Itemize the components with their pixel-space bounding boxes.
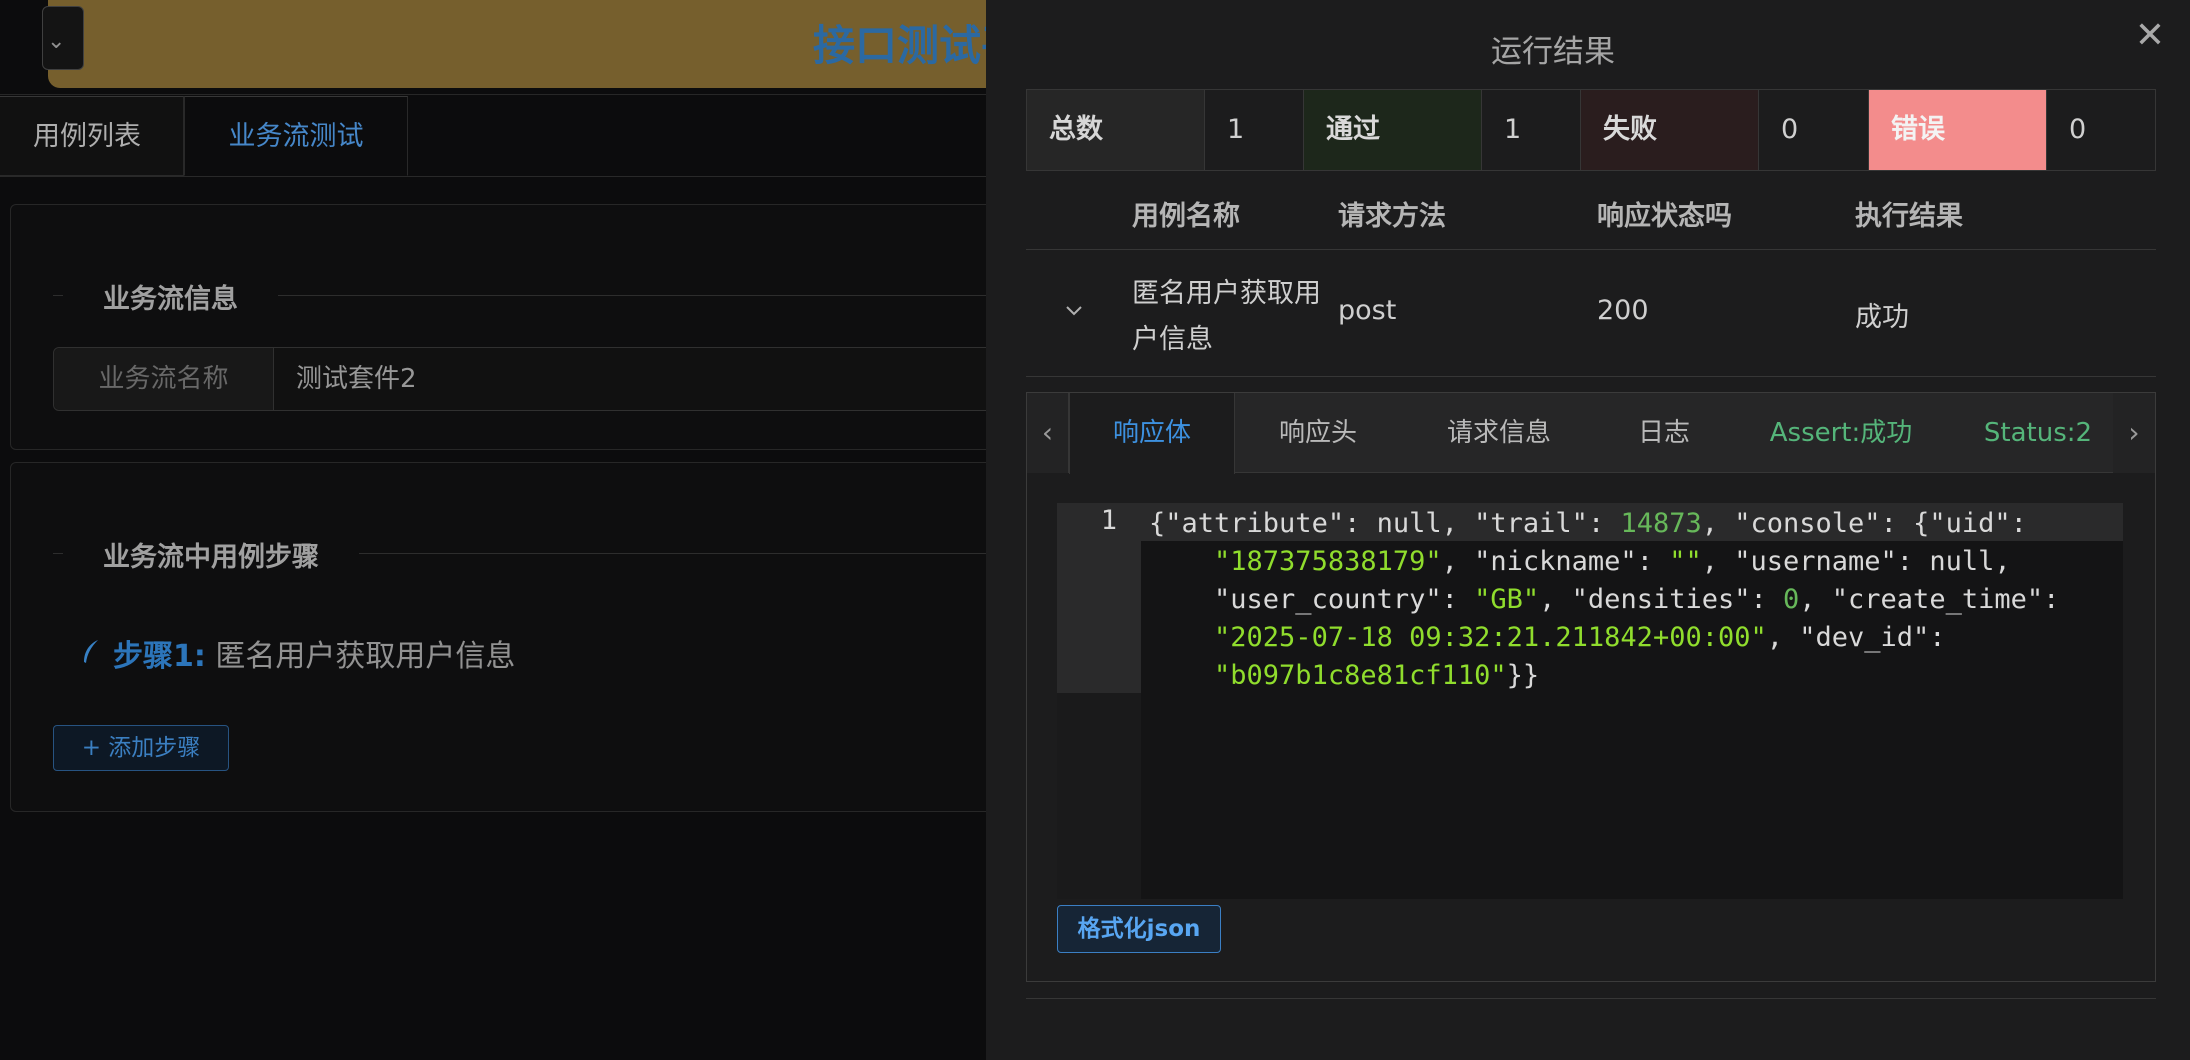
tab-logs[interactable]: 日志 bbox=[1597, 393, 1731, 473]
total-label: 总数 bbox=[1027, 90, 1205, 170]
col-result: 执行结果 bbox=[1855, 201, 1963, 232]
tab-assert[interactable]: Assert:成功 bbox=[1731, 393, 1951, 473]
tab-response-body[interactable]: 响应体 bbox=[1069, 393, 1235, 474]
response-body-editor[interactable]: 1 {"attribute": null, "trail": 14873, "c… bbox=[1057, 503, 2123, 899]
line-number: 1 bbox=[1100, 505, 1117, 536]
total-value: 1 bbox=[1205, 90, 1304, 170]
chevron-left-icon[interactable]: ‹ bbox=[1027, 393, 1069, 473]
drawer-title: 运行结果 bbox=[1491, 34, 1615, 70]
col-case-name: 用例名称 bbox=[1132, 201, 1240, 232]
row-case-name: 匿名用户获取用户信息 bbox=[1132, 278, 1321, 355]
close-icon[interactable]: ✕ bbox=[2128, 14, 2172, 58]
fail-label: 失败 bbox=[1581, 90, 1759, 170]
pass-label: 通过 bbox=[1304, 90, 1482, 170]
fail-value: 0 bbox=[1759, 90, 1869, 170]
row-status: 200 bbox=[1597, 295, 1649, 326]
tab-status[interactable]: Status:2 bbox=[1953, 393, 2123, 473]
row-method: post bbox=[1338, 295, 1397, 326]
drawer-bottom-divider bbox=[1026, 998, 2156, 999]
row-result: 成功 bbox=[1855, 302, 1909, 333]
error-value: 0 bbox=[2069, 114, 2087, 145]
col-status: 响应状态吗 bbox=[1597, 201, 1732, 232]
result-detail-panel: ‹ 响应体 响应头 请求信息 日志 Assert:成功 Status:2 › 1… bbox=[1026, 392, 2156, 982]
tab-response-headers[interactable]: 响应头 bbox=[1235, 393, 1401, 473]
result-table-header: 用例名称 请求方法 响应状态吗 执行结果 bbox=[1026, 176, 2156, 250]
format-json-button[interactable]: 格式化json bbox=[1057, 905, 1221, 953]
code-content: {"attribute": null, "trail": 14873, "con… bbox=[1149, 508, 2076, 691]
run-result-drawer: 运行结果 ✕ 总数 1 通过 1 失败 0 错误 0 用例名称 请求方法 响应状… bbox=[986, 0, 2190, 1060]
tab-request-info[interactable]: 请求信息 bbox=[1401, 393, 1597, 473]
chevron-right-icon[interactable]: › bbox=[2113, 393, 2155, 473]
col-method: 请求方法 bbox=[1338, 201, 1446, 232]
result-summary: 总数 1 通过 1 失败 0 错误 0 bbox=[1026, 89, 2156, 171]
table-row: 匿名用户获取用户信息 post 200 成功 bbox=[1026, 251, 2156, 377]
pass-value: 1 bbox=[1482, 90, 1581, 170]
error-label: 错误 bbox=[1869, 90, 2047, 170]
detail-tabs: ‹ 响应体 响应头 请求信息 日志 Assert:成功 Status:2 › bbox=[1027, 393, 2155, 474]
chevron-down-icon[interactable] bbox=[1064, 295, 1084, 325]
